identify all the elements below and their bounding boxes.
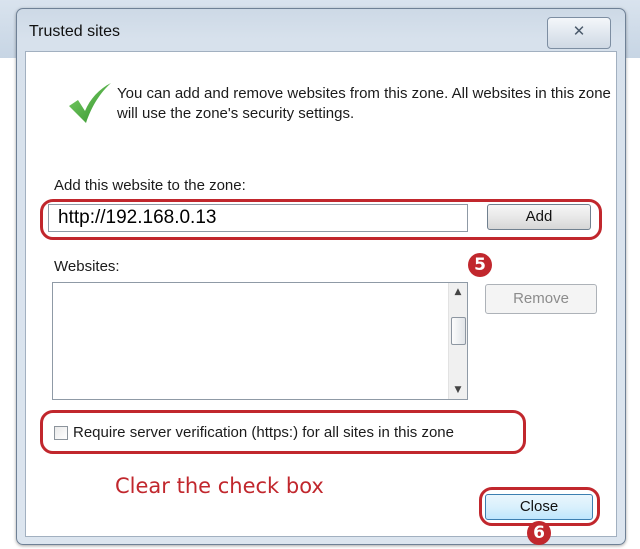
websites-list-scrollbar[interactable]: ▲ ▼ [448,283,467,399]
remove-button[interactable]: Remove [485,284,597,314]
title-bar: Trusted sites ✕ [17,9,625,49]
scrollbar-thumb[interactable] [451,317,466,345]
zone-description: You can add and remove websites from thi… [117,85,611,122]
scroll-down-arrow-icon[interactable]: ▼ [449,381,467,399]
url-row-highlight [40,199,602,240]
checkbox-highlight [40,410,526,454]
instruction-note: Clear the check box [115,474,324,498]
step-6-badge: 6 [527,521,551,545]
scroll-up-arrow-icon[interactable]: ▲ [449,283,467,301]
close-icon: ✕ [572,23,586,40]
websites-label: Websites: [54,258,120,275]
dialog-title: Trusted sites [29,23,120,40]
window-close-button[interactable]: ✕ [547,17,611,49]
step-5-badge: 5 [468,253,492,277]
websites-list[interactable]: ▲ ▼ [52,282,468,400]
add-website-label: Add this website to the zone: [54,177,246,194]
green-checkmark-icon [69,83,111,123]
